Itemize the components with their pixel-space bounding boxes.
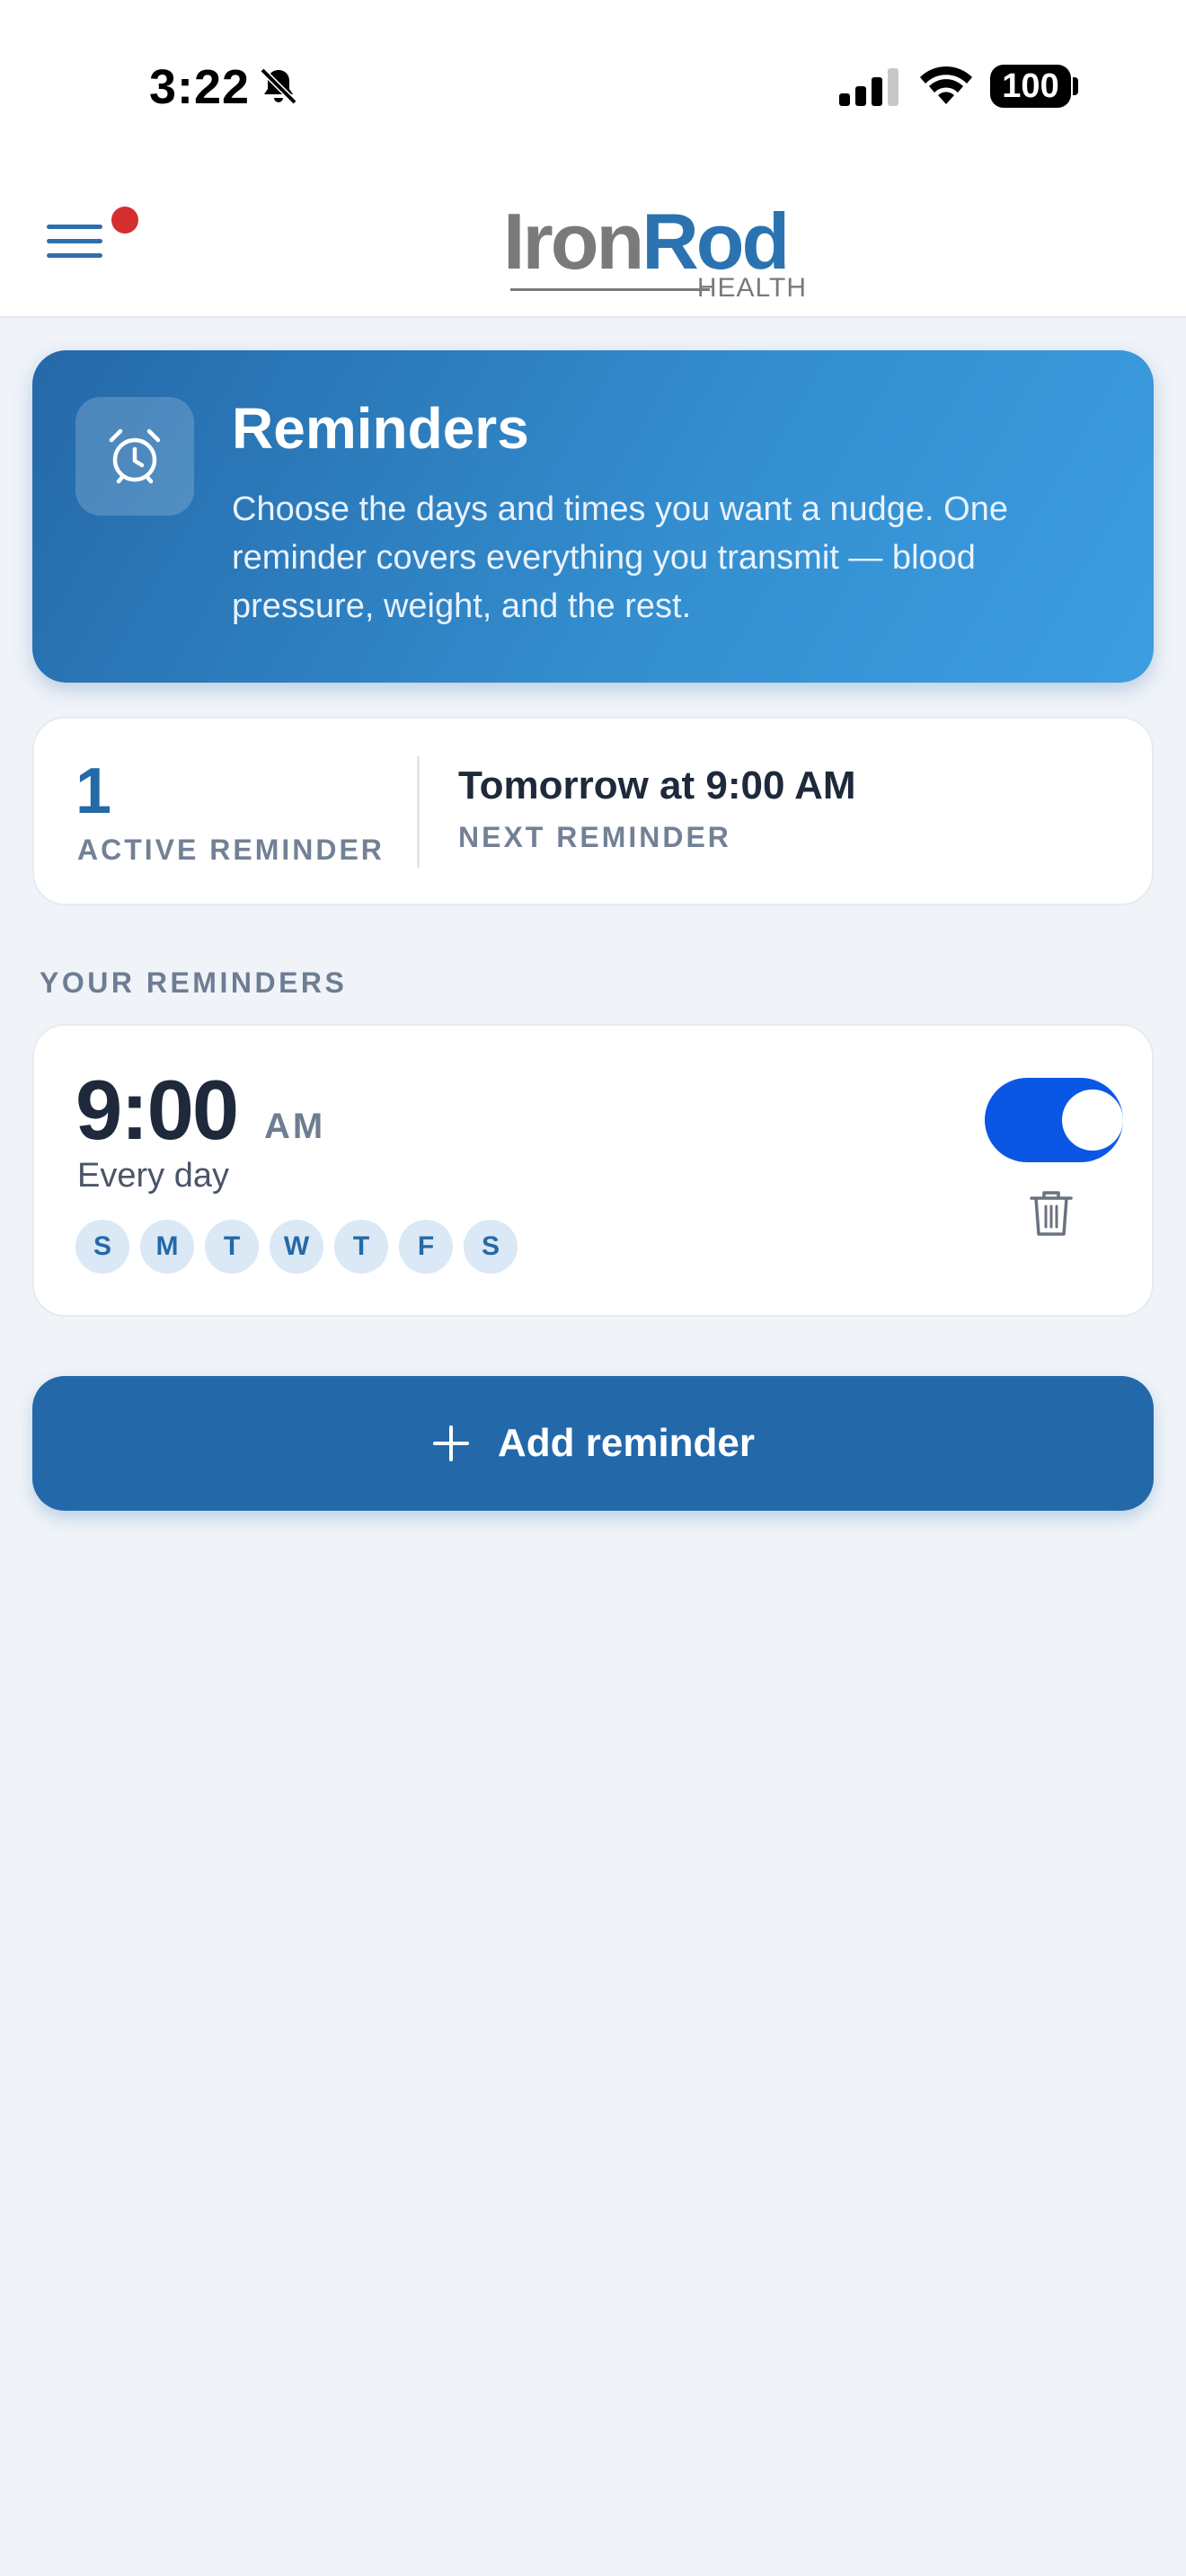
notification-badge (111, 207, 138, 234)
day-chip-sunday: S (75, 1220, 129, 1274)
alarm-clock-icon (109, 428, 161, 484)
reminders-hero-banner: Reminders Choose the days and times you … (32, 350, 1154, 683)
top-nav-bar: IronRod HEALTH (0, 171, 1186, 318)
ironrod-health-logo[interactable]: IronRod HEALTH (503, 192, 809, 303)
status-bar: 3:22 100 (0, 0, 1186, 171)
reminder-time: 9:00 (75, 1063, 239, 1157)
battery-tip (1073, 77, 1078, 95)
active-reminder-count: 1 (75, 755, 112, 827)
page-title: Reminders (232, 396, 529, 461)
logo-underline (510, 288, 710, 291)
stats-divider (417, 756, 420, 868)
reminder-stats-card: 1 ACTIVE REMINDER Tomorrow at 9:00 AM NE… (32, 717, 1154, 905)
reminder-enabled-toggle[interactable] (985, 1078, 1123, 1162)
battery-indicator: 100 (990, 65, 1071, 108)
day-chip-monday: M (140, 1220, 194, 1274)
active-reminder-label: ACTIVE REMINDER (77, 834, 385, 866)
logo-iron-text: Iron (503, 197, 644, 286)
trash-icon[interactable] (1028, 1187, 1075, 1238)
hamburger-menu-button[interactable] (43, 216, 108, 273)
toggle-knob (1062, 1090, 1123, 1151)
reminder-frequency: Every day (77, 1157, 229, 1195)
bell-muted-icon (260, 67, 297, 105)
day-chip-wednesday: W (270, 1220, 323, 1274)
page-description: Choose the days and times you want a nud… (232, 490, 1008, 625)
status-time: 3:22 (149, 60, 251, 114)
day-chip-tuesday: T (205, 1220, 259, 1274)
reminder-ampm: AM (264, 1107, 326, 1146)
day-chip-friday: F (399, 1220, 453, 1274)
day-chip-saturday: S (464, 1220, 518, 1274)
section-heading: YOUR REMINDERS (40, 966, 348, 999)
menu-line (47, 225, 102, 229)
add-reminder-label: Add reminder (497, 1421, 756, 1465)
menu-line (47, 253, 102, 258)
reminder-card[interactable]: 9:00 AM Every day S M T W T F S (32, 1024, 1154, 1317)
add-reminder-button[interactable]: Add reminder (32, 1376, 1154, 1511)
cellular-signal-icon (839, 68, 898, 106)
next-reminder-label: NEXT REMINDER (458, 821, 731, 853)
next-reminder-value: Tomorrow at 9:00 AM (458, 763, 856, 807)
reminder-days: S M T W T F S (75, 1220, 518, 1274)
wifi-icon (920, 66, 972, 104)
hero-icon-box (75, 397, 194, 516)
plus-icon (432, 1425, 469, 1461)
day-chip-thursday: T (334, 1220, 388, 1274)
menu-line (47, 239, 102, 243)
logo-subtitle: HEALTH (696, 273, 807, 303)
